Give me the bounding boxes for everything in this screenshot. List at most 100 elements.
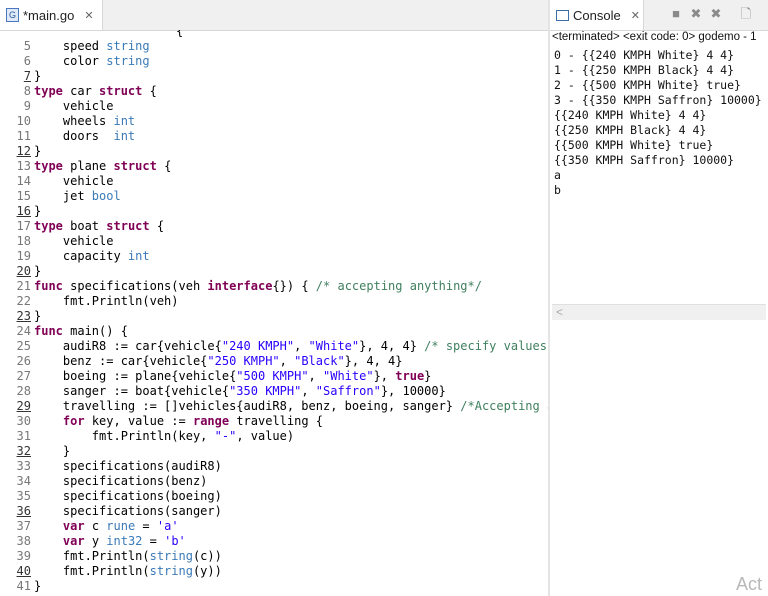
code-line[interactable]: 16}: [0, 204, 548, 219]
line-number: 20: [16, 264, 31, 278]
code-line[interactable]: 17 type boat struct {: [0, 219, 548, 234]
clear-console-icon[interactable]: 🗋: [738, 6, 754, 22]
line-number: 14: [16, 174, 31, 188]
code-text: specifications(benz): [34, 474, 208, 488]
code-text: travelling := []vehicles{audiR8, benz, b…: [34, 399, 548, 413]
code-line[interactable]: 14 vehicle: [0, 174, 548, 189]
code-line[interactable]: 23}: [0, 309, 548, 324]
close-icon[interactable]: ✕: [84, 9, 93, 22]
code-line[interactable]: 25 audiR8 := car{vehicle{"240 KMPH", "Wh…: [0, 339, 548, 354]
code-line[interactable]: 27 boeing := plane{vehicle{"500 KMPH", "…: [0, 369, 548, 384]
code-line[interactable]: 29 travelling := []vehicles{audiR8, benz…: [0, 399, 548, 414]
code-line[interactable]: 41}: [0, 579, 548, 594]
code-text: for key, value := range travelling {: [62, 414, 324, 428]
console-horizontal-scrollbar[interactable]: <: [552, 304, 766, 320]
tab-console[interactable]: Console ✕: [550, 0, 644, 30]
console-tab-title: Console: [573, 7, 621, 23]
code-text: specifications(boeing): [34, 489, 222, 503]
code-text: type plane struct {: [34, 159, 172, 173]
console-status: <terminated> <exit code: 0> godemo - 1: [552, 31, 757, 43]
scroll-left-icon[interactable]: <: [556, 305, 563, 320]
activation-watermark: Act: [736, 574, 763, 594]
line-number: 35: [16, 489, 31, 503]
line-number: 33: [16, 459, 31, 473]
code-text: }: [34, 264, 42, 278]
code-line[interactable]: 8 type car struct {: [0, 84, 548, 99]
code-text: type car struct {: [34, 84, 157, 98]
code-line[interactable]: 10 wheels int: [0, 114, 548, 129]
code-line[interactable]: 21 func specifications(veh interface{}) {…: [0, 279, 548, 294]
code-text: }: [34, 144, 42, 158]
code-line[interactable]: 35 specifications(boeing): [0, 489, 548, 504]
console-output-line: {{240 KMPH White} 4 4}: [554, 108, 707, 122]
code-text: specifications(sanger): [34, 504, 222, 518]
code-line[interactable]: 7}: [0, 69, 548, 84]
code-line[interactable]: 33 specifications(audiR8): [0, 459, 548, 474]
code-line[interactable]: 30 for key, value := range travelling {: [0, 414, 548, 429]
code-line[interactable]: 37 var c rune = 'a': [0, 519, 548, 534]
stop-icon[interactable]: ■: [668, 6, 684, 22]
console-output-line: {{250 KMPH Black} 4 4}: [554, 123, 707, 137]
console-icon: [556, 9, 569, 21]
remove-all-terminated-icon[interactable]: ✖: [708, 6, 724, 22]
console-output-line: {{350 KMPH Saffron} 10000}: [554, 153, 735, 167]
code-line[interactable]: 31 fmt.Println(key, "-", value): [0, 429, 548, 444]
code-text: func main() {: [34, 324, 128, 338]
code-line[interactable]: 18 vehicle: [0, 234, 548, 249]
remove-launch-icon[interactable]: ✖: [688, 6, 704, 22]
code-line[interactable]: 11 doors int: [0, 129, 548, 144]
code-line[interactable]: 13 type plane struct {: [0, 159, 548, 174]
console-output-line: 2 - {{500 KMPH White} true}: [554, 78, 741, 92]
code-text: fmt.Println(string(y)): [34, 564, 222, 578]
line-number: 31: [16, 429, 31, 443]
code-text: fmt.Println(key, "-", value): [34, 429, 295, 443]
code-line[interactable]: 6 color string: [0, 54, 548, 69]
code-line[interactable]: 15 jet bool: [0, 189, 548, 204]
line-number: 15: [16, 189, 31, 203]
code-line[interactable]: 40 fmt.Println(string(y)): [0, 564, 548, 579]
code-text: jet bool: [34, 189, 121, 203]
line-number: 30: [16, 414, 31, 428]
code-line[interactable]: 32 }: [0, 444, 548, 459]
code-line[interactable]: 38 var y int32 = 'b': [0, 534, 548, 549]
line-number: 40: [16, 564, 31, 578]
code-line[interactable]: 9 vehicle: [0, 99, 548, 114]
code-line[interactable]: 20}: [0, 264, 548, 279]
line-number: 36: [16, 504, 31, 518]
code-line[interactable]: 24 func main() {: [0, 324, 548, 339]
code-line[interactable]: 5 speed string: [0, 39, 548, 54]
code-text: specifications(audiR8): [34, 459, 222, 473]
tab-title: *main.go: [23, 7, 75, 23]
console-header: Console ✕ ■ ✖ ✖ 🗋: [550, 0, 768, 31]
code-text: capacity int: [34, 249, 150, 263]
line-number: 24: [16, 324, 31, 338]
code-text: }: [34, 69, 42, 83]
code-line[interactable]: 28 sanger := boat{vehicle{"350 KMPH", "S…: [0, 384, 548, 399]
code-text: }: [34, 309, 42, 323]
code-line[interactable]: 12}: [0, 144, 548, 159]
line-number: 21: [16, 279, 31, 293]
line-number: 28: [16, 384, 31, 398]
code-line[interactable]: 19 capacity int: [0, 249, 548, 264]
code-line[interactable]: 36 specifications(sanger): [0, 504, 548, 519]
code-text: fmt.Println(string(c)): [34, 549, 222, 563]
line-number: 18: [16, 234, 31, 248]
code-text: boeing := plane{vehicle{"500 KMPH", "Whi…: [34, 369, 432, 383]
close-icon[interactable]: ✕: [631, 9, 640, 22]
code-line[interactable]: 39 fmt.Println(string(c)): [0, 549, 548, 564]
line-number: 29: [16, 399, 31, 413]
code-text: }: [34, 444, 71, 458]
code-text: }: [34, 579, 42, 593]
code-line[interactable]: {: [0, 30, 548, 39]
code-line[interactable]: 26 benz := car{vehicle{"250 KMPH", "Blac…: [0, 354, 548, 369]
line-number: 10: [16, 114, 31, 128]
console-output-line: {{500 KMPH White} true}: [554, 138, 714, 152]
line-number: 41: [16, 579, 31, 593]
code-line[interactable]: 34 specifications(benz): [0, 474, 548, 489]
tab-main-go[interactable]: G *main.go ✕: [0, 0, 103, 30]
code-line[interactable]: 22 fmt.Println(veh): [0, 294, 548, 309]
code-text: func specifications(veh interface{}) { /…: [34, 279, 482, 293]
code-editor[interactable]: {5 speed string 6 color string 7} 8 type car…: [0, 30, 548, 596]
console-view: Console ✕ ■ ✖ ✖ 🗋 <terminated> <exit cod…: [550, 0, 768, 596]
line-number: 16: [16, 204, 31, 218]
